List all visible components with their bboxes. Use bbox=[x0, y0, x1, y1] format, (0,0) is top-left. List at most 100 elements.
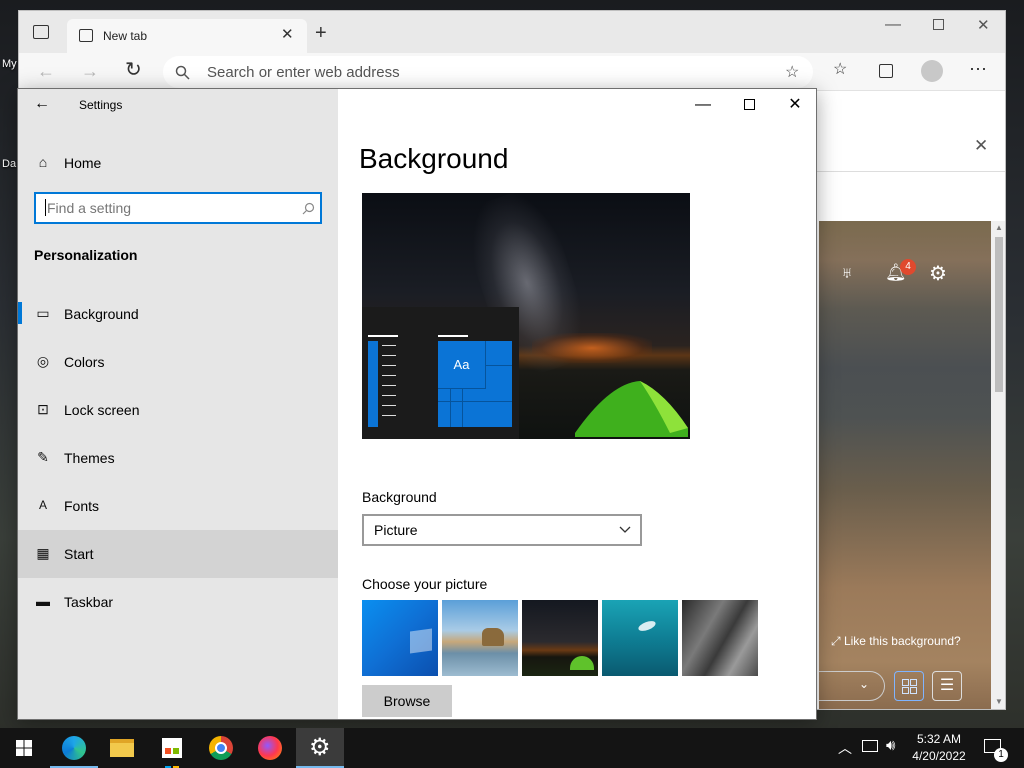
close-tab-icon[interactable]: ✕ bbox=[281, 25, 294, 43]
firefox-icon[interactable] bbox=[246, 728, 294, 768]
preview-tile-label: Aa bbox=[438, 341, 486, 389]
picture-thumbnail-windows[interactable] bbox=[362, 600, 438, 676]
nav-background[interactable]: ▭ Background bbox=[18, 290, 338, 338]
background-label: Background bbox=[362, 489, 437, 505]
close-bar-icon[interactable]: ✕ bbox=[974, 136, 988, 156]
settings-window: ← Settings ⌂ Home Find a setting Persona… bbox=[17, 88, 817, 720]
close-window-icon[interactable]: ✕ bbox=[977, 16, 990, 34]
find-setting-input[interactable]: Find a setting bbox=[34, 192, 322, 224]
nav-lock-screen[interactable]: ⊡ Lock screen bbox=[18, 386, 338, 434]
nav-label: Start bbox=[64, 546, 94, 562]
gear-icon: ⚙ bbox=[309, 734, 331, 761]
nav-label: Background bbox=[64, 306, 139, 322]
minimize-icon[interactable]: — bbox=[680, 89, 726, 121]
refresh-icon[interactable]: ↻ bbox=[125, 60, 142, 80]
search-box-partial[interactable]: ⌄ bbox=[819, 671, 885, 701]
volume-icon[interactable]: 🔊︎ bbox=[886, 737, 895, 754]
nav-home-label: Home bbox=[64, 155, 102, 171]
close-window-icon[interactable]: ✕ bbox=[772, 89, 816, 121]
favorites-icon[interactable]: ☆ bbox=[833, 62, 847, 78]
nav-label: Fonts bbox=[64, 498, 100, 514]
tab-actions-icon[interactable] bbox=[33, 25, 49, 39]
collections-icon[interactable] bbox=[879, 64, 893, 78]
page-title: Background bbox=[359, 143, 509, 174]
themes-icon: ✎ bbox=[37, 449, 49, 465]
minimize-icon[interactable]: — bbox=[885, 16, 901, 34]
forward-arrow-icon[interactable]: → bbox=[81, 62, 99, 80]
section-heading: Personalization bbox=[34, 247, 138, 263]
browse-button[interactable]: Browse bbox=[362, 685, 452, 717]
file-explorer-icon[interactable] bbox=[98, 728, 146, 768]
page-settings-gear-icon[interactable]: ⚙ bbox=[929, 261, 947, 286]
profile-avatar-icon[interactable] bbox=[921, 60, 943, 82]
edge-taskbar-icon[interactable] bbox=[50, 728, 98, 768]
notification-badge: 1 bbox=[994, 748, 1008, 762]
add-favorite-star-icon[interactable]: ☆ bbox=[785, 62, 799, 82]
desktop-icon-label[interactable]: My bbox=[2, 58, 17, 70]
nav-taskbar[interactable]: ▬ Taskbar bbox=[18, 578, 338, 626]
tab-new-tab[interactable]: New tab ✕ bbox=[67, 19, 307, 53]
background-type-dropdown[interactable]: Picture bbox=[362, 514, 642, 546]
dropdown-value: Picture bbox=[374, 522, 418, 538]
scrollbar-thumb[interactable] bbox=[995, 237, 1003, 392]
windows-logo-icon bbox=[16, 740, 32, 756]
newtab-page-icon bbox=[79, 29, 93, 42]
picture-icon: ▭ bbox=[36, 305, 50, 321]
clock[interactable]: 5:32 AM 4/20/2022 bbox=[906, 731, 972, 765]
home-icon: ⌂ bbox=[38, 154, 48, 170]
rewards-icon[interactable]: ♅ bbox=[841, 265, 853, 283]
more-menu-icon[interactable]: ⋯ bbox=[969, 60, 987, 78]
back-arrow-icon[interactable]: ← bbox=[34, 95, 50, 113]
nav-fonts[interactable]: A Fonts bbox=[18, 482, 338, 530]
selected-indicator bbox=[18, 302, 22, 324]
clock-date: 4/20/2022 bbox=[912, 749, 966, 763]
chevron-up-icon[interactable]: ︿ bbox=[838, 738, 852, 758]
nav-label: Themes bbox=[64, 450, 115, 466]
settings-taskbar-icon[interactable]: ⚙ bbox=[296, 728, 344, 768]
taskbar: ⚙ ︿ 🔊︎ 5:32 AM 4/20/2022 1 bbox=[0, 728, 1024, 768]
edge-toolbar: ← → ↻ Search or enter web address ☆ ☆ ⋯ bbox=[19, 53, 1005, 91]
tent-icon bbox=[575, 381, 688, 437]
new-tab-background-image: ♅ 🔔︎ 4 ⚙ ⤢ Like this background? ⌄ ☰ bbox=[819, 221, 991, 709]
clock-time: 5:32 AM bbox=[916, 732, 962, 746]
nav-label: Taskbar bbox=[64, 594, 114, 610]
search-icon bbox=[175, 65, 190, 80]
preview-tiles: Aa bbox=[438, 341, 512, 427]
like-background-link[interactable]: ⤢ Like this background? bbox=[831, 634, 961, 649]
new-tab-plus-icon[interactable]: + bbox=[315, 22, 327, 45]
back-arrow-icon[interactable]: ← bbox=[37, 62, 55, 80]
settings-sidebar: ← Settings ⌂ Home Find a setting Persona… bbox=[18, 89, 338, 719]
nav-home[interactable]: ⌂ Home bbox=[18, 139, 338, 187]
horizon-glow bbox=[532, 333, 652, 363]
maximize-icon[interactable] bbox=[933, 19, 944, 30]
picture-thumbnail-underwater[interactable] bbox=[602, 600, 678, 676]
nav-label: Colors bbox=[64, 354, 105, 370]
layout-list-button[interactable]: ☰ bbox=[932, 671, 962, 701]
start-button[interactable] bbox=[0, 728, 48, 768]
start-icon: ▦ bbox=[36, 545, 50, 561]
search-placeholder: Find a setting bbox=[47, 200, 132, 216]
layout-grid-button[interactable] bbox=[894, 671, 924, 701]
picture-thumbnail-beach[interactable] bbox=[442, 600, 518, 676]
picture-thumbnail-rock[interactable] bbox=[682, 600, 758, 676]
address-placeholder: Search or enter web address bbox=[207, 64, 400, 81]
fonts-icon: A bbox=[38, 498, 47, 512]
like-background-text: Like this background? bbox=[843, 634, 961, 648]
lock-screen-icon: ⊡ bbox=[37, 401, 49, 417]
desktop-icon-label[interactable]: Da bbox=[2, 158, 16, 170]
maximize-icon[interactable] bbox=[726, 89, 772, 121]
nav-start[interactable]: ▦ Start bbox=[18, 530, 338, 578]
picture-thumbnail-tent[interactable] bbox=[522, 600, 598, 676]
nav-label: Lock screen bbox=[64, 402, 140, 418]
chrome-icon[interactable] bbox=[197, 728, 245, 768]
edge-tab-bar: New tab ✕ + — ✕ bbox=[19, 11, 1005, 53]
expand-icon: ⤢ bbox=[831, 634, 844, 648]
store-icon[interactable] bbox=[148, 728, 196, 768]
start-menu-preview: Aa bbox=[362, 307, 519, 439]
nav-themes[interactable]: ✎ Themes bbox=[18, 434, 338, 482]
background-preview: Aa bbox=[362, 193, 690, 439]
address-bar[interactable]: Search or enter web address ☆ bbox=[163, 56, 813, 88]
nav-colors[interactable]: ◎ Colors bbox=[18, 338, 338, 386]
tab-title: New tab bbox=[103, 29, 148, 43]
network-icon[interactable] bbox=[862, 740, 878, 752]
